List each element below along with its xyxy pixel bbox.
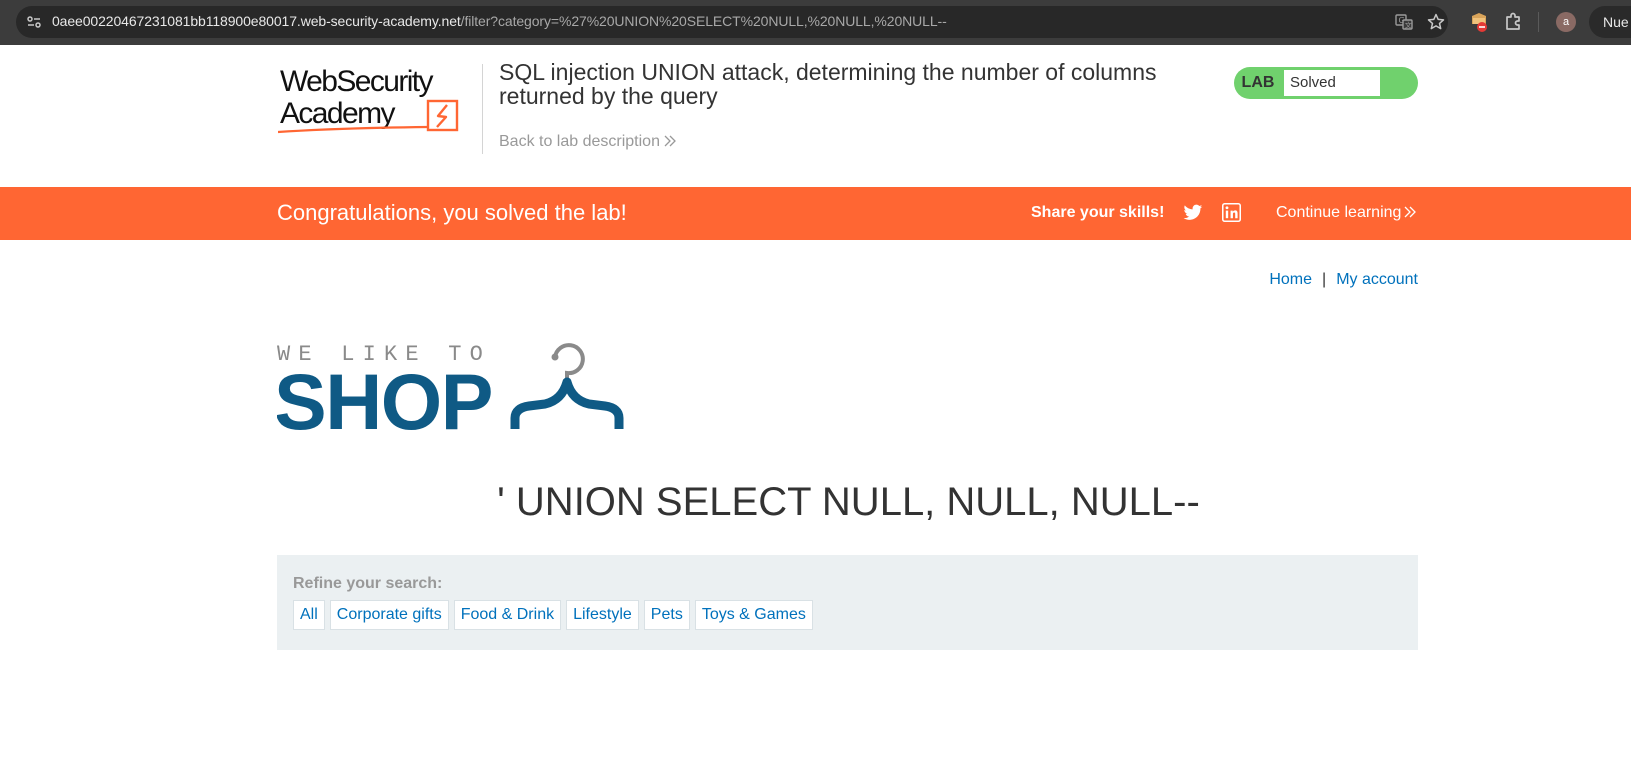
translate-icon[interactable]: G 文 bbox=[1394, 12, 1414, 32]
page-heading: ' UNION SELECT NULL, NULL, NULL-- bbox=[0, 480, 1631, 525]
twitter-icon[interactable] bbox=[1183, 204, 1203, 222]
double-chevron-right-icon bbox=[664, 135, 676, 147]
congratulations-message: Congratulations, you solved the lab! bbox=[277, 200, 627, 225]
continue-learning-label: Continue learning bbox=[1276, 204, 1402, 221]
address-bar[interactable]: 0aee00220467231081bb118900e80017.web-sec… bbox=[16, 6, 1448, 38]
extensions-puzzle-icon[interactable] bbox=[1501, 10, 1525, 34]
logo-line-2: Academy bbox=[280, 97, 395, 130]
web-security-academy-logo[interactable]: WebSecurity Academy bbox=[278, 64, 480, 136]
my-account-link[interactable]: My account bbox=[1336, 271, 1418, 288]
filter-all[interactable]: All bbox=[293, 600, 325, 630]
logo-line-1: WebSecurity bbox=[280, 65, 434, 98]
we-like-to-shop-logo: WE LIKE TO SHOP bbox=[277, 342, 624, 434]
url-host: 0aee00220467231081bb118900e80017.web-sec… bbox=[52, 13, 461, 29]
category-filters: All Corporate gifts Food & Drink Lifesty… bbox=[293, 600, 813, 630]
share-skills-label: Share your skills! bbox=[1031, 204, 1165, 221]
filter-food-drink[interactable]: Food & Drink bbox=[453, 600, 562, 630]
side-panel-button[interactable]: Nue bbox=[1589, 6, 1631, 38]
filter-corporate-gifts[interactable]: Corporate gifts bbox=[329, 600, 449, 630]
top-nav: Home | My account bbox=[1269, 271, 1418, 289]
solved-banner: Congratulations, you solved the lab! Sha… bbox=[0, 187, 1631, 240]
back-link-label: Back to lab description bbox=[499, 133, 660, 150]
home-link[interactable]: Home bbox=[1269, 271, 1312, 288]
hanger-icon bbox=[510, 343, 624, 429]
filter-toys-games[interactable]: Toys & Games bbox=[694, 600, 813, 630]
linkedin-icon[interactable] bbox=[1222, 203, 1241, 222]
filter-lifestyle[interactable]: Lifestyle bbox=[566, 600, 639, 630]
svg-text:文: 文 bbox=[1405, 21, 1412, 30]
browser-toolbar: 0aee00220467231081bb118900e80017.web-sec… bbox=[0, 0, 1631, 45]
lab-status-widget: LAB Solved bbox=[1234, 67, 1418, 99]
shop-word: SHOP bbox=[277, 357, 492, 434]
lab-title: SQL injection UNION attack, determining … bbox=[499, 59, 1157, 109]
double-chevron-right-icon bbox=[1404, 206, 1417, 218]
lab-status-value: Solved bbox=[1283, 69, 1381, 97]
back-to-lab-description-link[interactable]: Back to lab description bbox=[499, 133, 677, 151]
url-path: /filter?category=%27%20UNION%20SELECT%20… bbox=[460, 13, 947, 29]
url-text[interactable]: 0aee00220467231081bb118900e80017.web-sec… bbox=[52, 13, 947, 29]
category-heading: ' UNION SELECT NULL, NULL, NULL-- bbox=[497, 480, 1200, 524]
continue-learning-link[interactable]: Continue learning bbox=[1276, 204, 1417, 222]
nav-separator: | bbox=[1322, 271, 1327, 288]
site-info-icon[interactable] bbox=[26, 14, 42, 30]
bookmark-star-icon[interactable] bbox=[1426, 12, 1446, 32]
filter-panel: Refine your search: All Corporate gifts … bbox=[277, 555, 1418, 650]
filter-pets[interactable]: Pets bbox=[643, 600, 690, 630]
refine-search-label: Refine your search: bbox=[293, 575, 443, 592]
header-divider bbox=[482, 64, 483, 154]
toolbar-separator bbox=[1538, 12, 1539, 32]
profile-avatar[interactable]: a bbox=[1556, 12, 1576, 32]
lab-tag: LAB bbox=[1241, 74, 1275, 91]
extension-badge-icon[interactable] bbox=[1467, 10, 1491, 34]
